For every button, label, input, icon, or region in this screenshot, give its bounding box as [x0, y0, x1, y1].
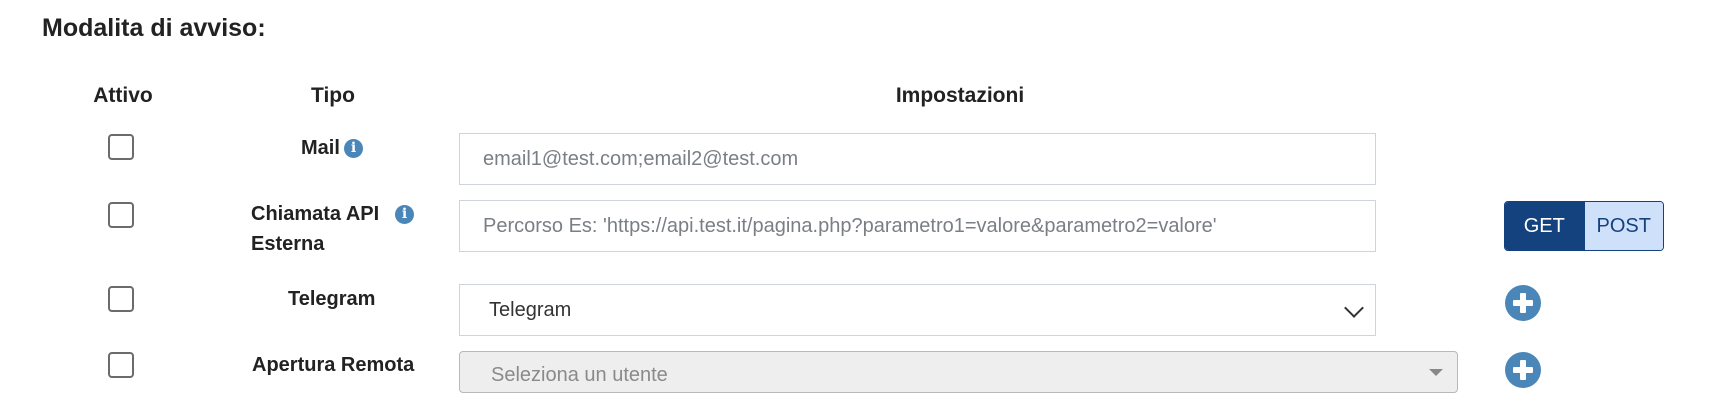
info-icon[interactable]: i — [344, 139, 363, 158]
get-method-button[interactable]: GET — [1505, 202, 1584, 250]
add-remote-button[interactable] — [1505, 352, 1541, 388]
api-type-label-line2: Esterna — [251, 233, 325, 255]
remote-user-select[interactable]: Seleziona un utente — [459, 351, 1458, 393]
remote-active-checkbox[interactable] — [108, 352, 134, 378]
telegram-type-label: Telegram — [288, 288, 376, 310]
mail-active-checkbox[interactable] — [108, 134, 134, 160]
caret-down-icon — [1429, 369, 1443, 376]
column-header-type: Tipo — [311, 84, 355, 107]
section-title: Modalita di avviso: — [42, 14, 266, 42]
api-active-checkbox[interactable] — [108, 202, 134, 228]
remote-type-label: Apertura Remota — [252, 354, 415, 376]
http-method-toggle: GET POST — [1504, 201, 1664, 251]
chevron-down-icon — [1344, 298, 1364, 318]
add-telegram-button[interactable] — [1505, 285, 1541, 321]
api-type-label-line1: Chiamata API — [251, 203, 380, 225]
remote-user-select-placeholder: Seleziona un utente — [491, 364, 668, 386]
api-url-input[interactable] — [459, 200, 1376, 252]
mail-type-label: Mail — [301, 137, 340, 159]
mail-address-input[interactable] — [459, 133, 1376, 185]
telegram-select[interactable]: Telegram — [459, 284, 1376, 336]
info-icon[interactable]: i — [395, 205, 414, 224]
post-method-button[interactable]: POST — [1583, 202, 1663, 250]
telegram-select-value: Telegram — [489, 299, 572, 321]
column-header-settings: Impostazioni — [895, 84, 1025, 107]
telegram-active-checkbox[interactable] — [108, 286, 134, 312]
column-header-active: Attivo — [93, 84, 153, 107]
